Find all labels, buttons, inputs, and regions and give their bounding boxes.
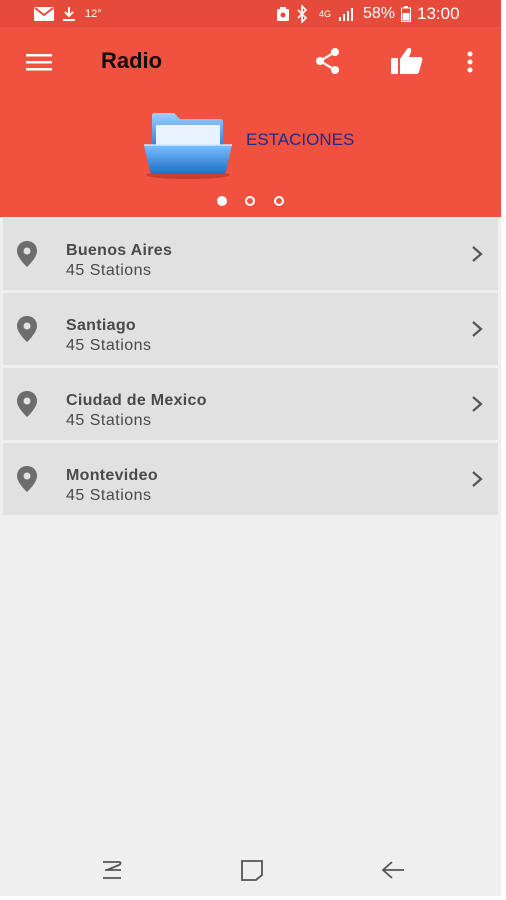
city-name: Ciudad de Mexico [66, 392, 207, 409]
location-pin-icon [17, 241, 37, 267]
share-icon[interactable] [311, 44, 345, 78]
signal-icon [337, 0, 357, 27]
list-item[interactable]: Buenos Aires 45 Stations [3, 218, 498, 293]
city-name: Santiago [66, 317, 136, 334]
list-item[interactable]: Santiago 45 Stations [3, 293, 498, 368]
station-count: 45 Stations [66, 337, 152, 354]
page-indicator [215, 196, 295, 208]
screenshot-icon [276, 0, 290, 27]
chevron-right-icon [472, 246, 483, 262]
clock-text: 13:00 [417, 3, 460, 23]
chevron-right-icon [472, 321, 483, 337]
temperature-text: 12° [85, 7, 102, 20]
bluetooth-icon [296, 0, 308, 27]
station-count: 45 Stations [66, 487, 152, 504]
download-icon [62, 0, 76, 27]
city-name: Buenos Aires [66, 242, 173, 259]
page-dot[interactable] [274, 196, 284, 206]
battery-icon [401, 0, 411, 27]
location-pin-icon [17, 316, 37, 342]
location-pin-icon [17, 391, 37, 417]
menu-icon[interactable] [22, 45, 56, 79]
chevron-right-icon [472, 396, 483, 412]
recent-apps-icon[interactable] [97, 855, 127, 885]
banner-label: ESTACIONES [246, 130, 355, 149]
back-icon[interactable] [378, 855, 408, 885]
more-vert-icon[interactable] [458, 45, 482, 79]
app-bar: Radio ESTACIONES [0, 27, 501, 217]
network-type-text: 4G [319, 8, 332, 19]
system-nav-bar [0, 843, 501, 896]
screen: 12° 4G 58% 13:00 Radio ESTACIONES Buenos… [0, 0, 501, 896]
list-item[interactable]: Ciudad de Mexico 45 Stations [3, 368, 498, 443]
location-pin-icon [17, 466, 37, 492]
city-name: Montevideo [66, 467, 158, 484]
page-dot[interactable] [245, 196, 255, 206]
folder-icon [140, 109, 236, 181]
page-dot-active[interactable] [217, 196, 227, 206]
list-item[interactable]: Montevideo 45 Stations [3, 443, 498, 518]
battery-text: 58% [363, 4, 396, 22]
toolbar-title: Radio [101, 48, 163, 73]
station-count: 45 Stations [66, 262, 152, 279]
thumbs-up-icon[interactable] [388, 42, 426, 80]
status-bar: 12° 4G 58% 13:00 [0, 0, 501, 27]
city-list: Buenos Aires 45 Stations Santiago 45 Sta… [3, 218, 498, 518]
station-count: 45 Stations [66, 412, 152, 429]
chevron-right-icon [472, 471, 483, 487]
mail-icon [34, 0, 54, 27]
home-icon[interactable] [237, 855, 267, 885]
